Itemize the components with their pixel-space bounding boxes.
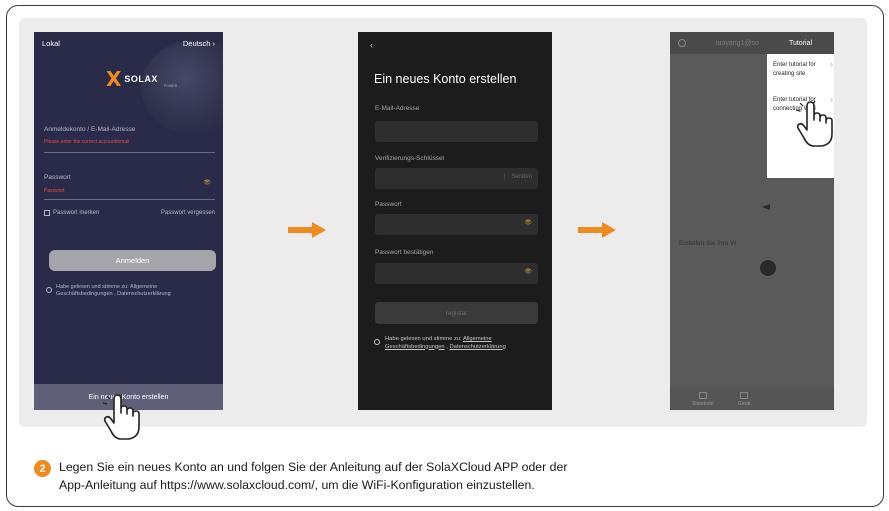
tab-sites-label: Standorte [692, 401, 714, 407]
logo-sub: POWER [164, 84, 178, 88]
solax-logo: X SOLAX POWER [106, 67, 177, 91]
chevron-right-icon: › [212, 39, 216, 48]
tutorial-screen: luoyang1@so Erstellen Sie Ihre W Standor… [670, 32, 834, 410]
confirm-password-label: Passwort bestätigen [375, 249, 434, 256]
back-chevron-icon[interactable]: ‹ [370, 40, 373, 50]
menu-item-site-label: Enter tutorial for creating site [773, 62, 816, 77]
register-title: Ein neues Konto erstellen [374, 72, 517, 86]
caption-line-1: Legen Sie ein neues Konto an und folgen … [59, 460, 568, 474]
agree-radio[interactable] [46, 287, 52, 293]
login-screen: Lokal Deutsch › X SOLAX POWER Anmeldekon… [34, 32, 223, 410]
tutorial-menu-title: Tutorial [767, 32, 834, 54]
password-label: Passwort [375, 201, 402, 208]
terms-text: Habe gelesen und stimme zu: Allgemeine G… [385, 336, 506, 351]
send-code-button[interactable]: Senden [504, 174, 532, 180]
password-underline [44, 199, 215, 200]
local-link[interactable]: Lokal [42, 39, 60, 48]
agree-radio[interactable] [374, 339, 380, 345]
forgot-password-link[interactable]: Passwort vergessen [161, 210, 215, 216]
instruction-caption: Legen Sie ein neues Konto an und folgen … [59, 458, 859, 494]
logo-mark: X [106, 67, 122, 91]
account-input[interactable]: Anmeldekonto / E-Mail-Adresse [44, 126, 135, 133]
devices-icon [740, 392, 749, 399]
arrow-right-icon [288, 222, 326, 238]
checkbox-box [44, 210, 50, 216]
register-screen: ‹ Ein neues Konto erstellen E-Mail-Adres… [358, 32, 552, 410]
terms-line-1: Habe gelesen und stimme zu: Allgemeine [56, 284, 158, 290]
step-badge: 2 [34, 460, 51, 477]
conditions-link[interactable]: Geschäftsbedingungen [385, 344, 445, 350]
eye-icon[interactable]: 👁 [524, 268, 532, 275]
terms-agreement[interactable]: Habe gelesen und stimme zu: Allgemeine G… [46, 284, 217, 298]
terms-agreement[interactable]: Habe gelesen und stimme zu: Allgemeine G… [374, 336, 546, 351]
terms-text: Habe gelesen und stimme zu: Allgemeine G… [56, 284, 171, 298]
empty-state-text: Erstellen Sie Ihre W [679, 240, 737, 247]
caption-line-2: App-Anleitung auf https://www.solaxcloud… [59, 478, 535, 492]
tab-sites[interactable]: Standorte [692, 392, 714, 407]
play-triangle-icon [762, 204, 770, 210]
remember-label: Passwort merken [53, 210, 100, 216]
password-input[interactable]: Passwort [44, 174, 71, 181]
arrow-right-icon [578, 222, 616, 238]
tab-devices[interactable]: Gerät [738, 392, 751, 407]
language-label: Deutsch [182, 39, 211, 48]
user-email: luoyang1@so [716, 39, 759, 47]
email-label: E-Mail-Adresse [375, 105, 420, 112]
terms-link[interactable]: Allgemeine [463, 336, 492, 342]
sites-icon [698, 392, 707, 399]
hand-pointer-icon [102, 393, 140, 440]
hand-pointer-icon [795, 100, 833, 147]
language-selector[interactable]: Deutsch › [183, 39, 215, 48]
password-field[interactable]: 👁 [375, 214, 538, 235]
verification-code-field[interactable]: Senden [375, 168, 538, 189]
account-underline [44, 152, 215, 153]
add-button[interactable] [760, 260, 776, 276]
password-error: Passwort [44, 188, 65, 194]
tab-bar: Standorte Gerät [670, 386, 834, 410]
menu-item-site-tutorial[interactable]: Enter tutorial for creating site › [773, 60, 833, 78]
email-field[interactable] [375, 121, 538, 142]
chevron-right-icon: › [830, 60, 833, 69]
code-label: Verifizierungs-Schlüssel [375, 155, 445, 162]
logo-text: SOLAX [124, 74, 158, 84]
register-button[interactable]: registar [375, 302, 538, 324]
terms-line-2: Geschäftsbedingungen , Datenschutzerklär… [56, 291, 171, 297]
account-error: Please enter the correct account/email [44, 139, 130, 145]
confirm-password-field[interactable]: 👁 [375, 263, 538, 284]
terms-prefix: Habe gelesen und stimme zu: [385, 336, 463, 342]
privacy-link[interactable]: Datenschutzerklärung [449, 344, 505, 350]
more-icon[interactable] [678, 39, 686, 47]
remember-checkbox[interactable]: Passwort merken [44, 210, 99, 216]
eye-icon[interactable]: 👁 [524, 219, 532, 226]
eye-icon[interactable]: 👁 [203, 179, 211, 186]
tab-devices-label: Gerät [738, 401, 751, 407]
login-button[interactable]: Anmelden [49, 250, 216, 271]
